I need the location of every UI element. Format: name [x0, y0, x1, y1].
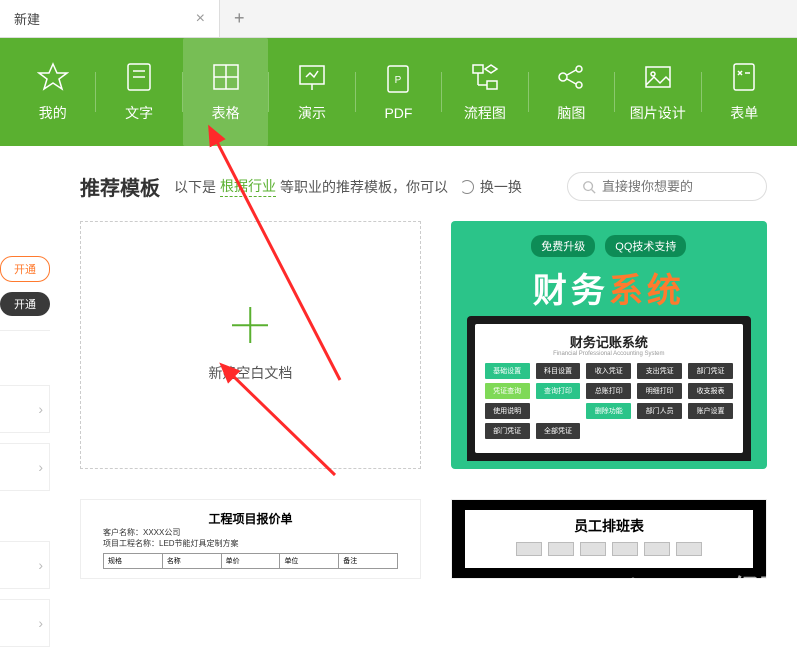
- refresh-label[interactable]: 换一换: [480, 177, 522, 197]
- promo-title: 财务系统: [533, 263, 685, 312]
- form-icon: [728, 61, 760, 93]
- promo-card-finance[interactable]: 免费升级 QQ技术支持 财务系统 财务记账系统 Financial Profes…: [451, 221, 767, 469]
- nav-label: 表格: [212, 103, 240, 123]
- promo-button-grid: 基础设置科目设置收入凭证支出凭证部门凭证凭证查询查询打印总账打印明细打印收支报表…: [485, 363, 733, 439]
- paw-icon: [620, 575, 646, 601]
- grid-icon: [210, 61, 242, 93]
- nav-sheet[interactable]: 表格: [183, 38, 268, 146]
- promo-screen-title: 财务记账系统: [570, 332, 648, 351]
- mindmap-icon: [555, 61, 587, 93]
- nav-label: PDF: [384, 105, 412, 121]
- search-input[interactable]: [602, 179, 752, 194]
- image-icon: [642, 61, 674, 93]
- doc-icon: [123, 61, 155, 93]
- tab-new[interactable]: 新建 ×: [0, 0, 220, 37]
- star-icon: [37, 61, 69, 93]
- nav-text[interactable]: 文字: [96, 38, 181, 146]
- section-title: 推荐模板: [80, 172, 160, 201]
- presentation-icon: [296, 61, 328, 93]
- nav-pdf[interactable]: P PDF: [356, 38, 441, 146]
- content-area: 推荐模板 以下是 根据行业 等职业的推荐模板，你可以 换一换 新建空白文档 免费…: [0, 146, 797, 579]
- nav-label: 演示: [298, 103, 326, 123]
- industry-link[interactable]: 根据行业: [220, 176, 276, 197]
- new-blank-label: 新建空白文档: [208, 363, 292, 383]
- new-blank-card[interactable]: 新建空白文档: [80, 221, 421, 469]
- nav-label: 图片设计: [630, 103, 686, 123]
- side-item[interactable]: ›: [0, 599, 50, 647]
- template-thumb-schedule[interactable]: 员工排班表: [451, 499, 767, 579]
- plus-icon: [232, 307, 268, 343]
- promo-pill: QQ技术支持: [605, 235, 686, 257]
- refresh-icon[interactable]: [460, 180, 474, 194]
- thumb-title: 员工排班表: [574, 516, 644, 536]
- search-box[interactable]: [567, 172, 767, 201]
- section-header: 推荐模板 以下是 根据行业 等职业的推荐模板，你可以 换一换: [80, 172, 767, 201]
- section-subtext: 以下是 根据行业 等职业的推荐模板，你可以 换一换: [174, 176, 522, 197]
- add-tab-button[interactable]: +: [220, 0, 259, 37]
- pdf-icon: P: [382, 63, 414, 95]
- nav-label: 表单: [730, 103, 758, 123]
- svg-text:P: P: [395, 75, 402, 86]
- nav-mindmap[interactable]: 脑图: [529, 38, 614, 146]
- nav-label: 我的: [39, 103, 67, 123]
- category-toolbar: 我的 文字 表格 演示 P PDF 流程图 脑图 图片设计 表单: [0, 38, 797, 146]
- thumb-title: 工程项目报价单: [103, 510, 398, 527]
- promo-screen-sub: Financial Professional Accounting System: [553, 351, 664, 357]
- search-icon: [582, 180, 596, 194]
- flowchart-icon: [469, 61, 501, 93]
- nav-flowchart[interactable]: 流程图: [442, 38, 527, 146]
- watermark: Baidu 经验 jingyan.baidu.com: [620, 569, 787, 621]
- nav-label: 文字: [125, 103, 153, 123]
- tab-title: 新建: [14, 9, 40, 28]
- nav-form[interactable]: 表单: [702, 38, 787, 146]
- template-thumb-quote[interactable]: 工程项目报价单 客户名称：XXXX公司 项目工程名称：LED节能灯具定制方案 规…: [80, 499, 421, 579]
- nav-label: 流程图: [464, 103, 506, 123]
- promo-pill: 免费升级: [531, 235, 595, 257]
- close-icon[interactable]: ×: [196, 10, 205, 28]
- nav-my[interactable]: 我的: [10, 38, 95, 146]
- nav-presentation[interactable]: 演示: [269, 38, 354, 146]
- nav-image-design[interactable]: 图片设计: [615, 38, 700, 146]
- tab-bar: 新建 × +: [0, 0, 797, 38]
- nav-label: 脑图: [557, 103, 585, 123]
